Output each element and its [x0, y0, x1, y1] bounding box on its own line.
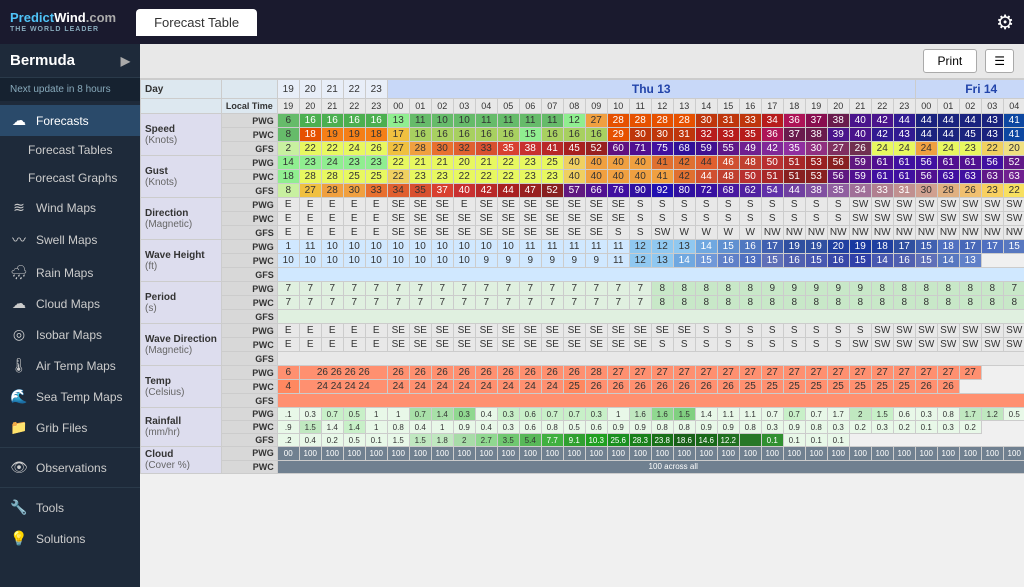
table-row: Speed(Knots) PWG 6 16 16 16 16 13 11 10 …	[141, 114, 1024, 128]
sidebar-item-air-temp-maps[interactable]: 🌡 Air Temp Maps	[0, 350, 140, 381]
day-label: Day	[141, 80, 222, 99]
sidebar-item-sea-temp-maps[interactable]: 🌊 Sea Temp Maps	[0, 381, 140, 412]
isobar-icon: ◎	[10, 326, 28, 343]
location-bar[interactable]: Bermuda ▶	[0, 44, 140, 78]
table-row: GFS	[141, 352, 1024, 366]
table-row: Gust(Knots) PWG 14 23 24 23 23 22 21 21 …	[141, 156, 1024, 170]
gear-icon[interactable]: ⚙	[996, 10, 1014, 35]
toolbar: Print ☰	[140, 44, 1024, 79]
seatemp-icon: 🌊	[10, 388, 28, 405]
obs-icon: 👁	[10, 459, 28, 476]
table-row: PWC .9 1.5 1.4 1.4 1 0.8 0.4 1 0.9 0.4 0…	[141, 421, 1024, 434]
forecast-tables-label: Forecast Tables	[28, 143, 113, 157]
grib-icon: 📁	[10, 419, 28, 436]
table-row: PWC 4 24 24 24 24 24 24 24 24 24 24 24 2…	[141, 380, 1024, 394]
sidebar: Bermuda ▶ Next update in 8 hours ☁ Forec…	[0, 44, 140, 587]
sidebar-item-forecast-tables[interactable]: Forecast Tables	[0, 136, 140, 164]
table-row: PWC 8 18 19 19 18 17 16 16 16 16 16 15 1…	[141, 128, 1024, 142]
table-row: GFS EEEEE SESESESESESESESESESESSSWWWWWNW…	[141, 226, 1024, 240]
wind-icon: ≋	[10, 199, 28, 216]
table-row: PWC 10 10 10 10 10 10 10 10 10 9 9 9 9	[141, 254, 1024, 268]
print-button[interactable]: Print	[923, 49, 978, 73]
sidebar-item-isobar-maps[interactable]: ◎ Isobar Maps	[0, 319, 140, 350]
table-row: GFS	[141, 268, 1024, 282]
solutions-icon: 💡	[10, 530, 28, 547]
forecast-table-tab[interactable]: Forecast Table	[136, 9, 257, 36]
table-container[interactable]: Day 19 20 21 22 23 Thu 13 Fri 14 Local T…	[140, 79, 1024, 587]
sidebar-item-forecasts[interactable]: ☁ Forecasts	[0, 105, 140, 136]
header: PredictWind.com THE WORLD LEADER Forecas…	[0, 0, 1024, 44]
sidebar-item-tools[interactable]: 🔧 Tools	[0, 492, 140, 523]
cloud-icon: ☁	[10, 295, 28, 312]
logo: PredictWind.com THE WORLD LEADER	[10, 10, 116, 34]
table-row: Wave Height(ft) PWG 1 11 10 10 10 10 10 …	[141, 240, 1024, 254]
sidebar-item-forecast-graphs[interactable]: Forecast Graphs	[0, 164, 140, 192]
table-row: PWC 7 7 7 7 7 7 7 7 7 7 7 7 7 7	[141, 296, 1024, 310]
table-row: GFS	[141, 394, 1024, 408]
rain-icon: 🌧	[10, 264, 28, 281]
update-bar: Next update in 8 hours	[0, 78, 140, 101]
swell-icon: 〰	[10, 230, 28, 250]
table-row: PWC EEEEE SESESESESESESESESESESESSSSSSSS…	[141, 212, 1024, 226]
main-content: Print ☰	[140, 44, 1024, 587]
sidebar-item-swell-maps[interactable]: 〰 Swell Maps	[0, 223, 140, 257]
location-name: Bermuda	[10, 52, 75, 69]
sidebar-item-cloud-maps[interactable]: ☁ Cloud Maps	[0, 288, 140, 319]
forecast-table: Day 19 20 21 22 23 Thu 13 Fri 14 Local T…	[140, 79, 1024, 474]
tools-icon: 🔧	[10, 499, 28, 516]
table-row: GFS 8 27 28 30 33 34 35 37 40 42 44 47 5…	[141, 184, 1024, 198]
airtemp-icon: 🌡	[10, 357, 28, 374]
table-row: Direction(Magnetic) PWG EEEEE SESESEESES…	[141, 198, 1024, 212]
table-row: Period(s) PWG 7 7 7 7 7 7 7 7 7 7 7 7	[141, 282, 1024, 296]
table-row: Temp(Celsius) PWG 6 26 26 26 26 26 26 26…	[141, 366, 1024, 380]
table-row: PWC 18 28 28 25 25 22 23 23 22 22 22 23 …	[141, 170, 1024, 184]
table-row: GFS .2 0.4 0.2 0.5 0.1 1.5 1.5 1.8 2 2.7…	[141, 434, 1024, 447]
forecast-graphs-label: Forecast Graphs	[28, 171, 117, 185]
table-row: PWC 100 across all	[141, 460, 1024, 474]
table-row: Wave Direction(Magnetic) PWG EEEEE SESES…	[141, 324, 1024, 338]
forecasts-label: Forecasts	[36, 114, 89, 128]
forecasts-icon: ☁	[10, 112, 28, 129]
sidebar-item-wind-maps[interactable]: ≋ Wind Maps	[0, 192, 140, 223]
sidebar-item-rain-maps[interactable]: 🌧 Rain Maps	[0, 257, 140, 288]
sidebar-item-observations[interactable]: 👁 Observations	[0, 452, 140, 483]
menu-button[interactable]: ☰	[985, 49, 1014, 73]
location-arrow: ▶	[121, 54, 130, 68]
table-row: Cloud(Cover %) PWG 00 100 100 100 100 10…	[141, 447, 1024, 461]
table-row: Rainfall(mm/hr) PWG .1 0.3 0.7 0.5 1 1 0…	[141, 408, 1024, 421]
table-row: GFS	[141, 310, 1024, 324]
nav-section: ☁ Forecasts Forecast Tables Forecast Gra…	[0, 101, 140, 558]
table-row: GFS 2 22 22 24 26 27 28 30 32 33 35 38 4…	[141, 142, 1024, 156]
sidebar-item-solutions[interactable]: 💡 Solutions	[0, 523, 140, 554]
table-row: PWC EEEEE SESESESESESESESESESESESESSSSSS…	[141, 338, 1024, 352]
local-time-label	[221, 80, 277, 99]
sidebar-item-grib-files[interactable]: 📁 Grib Files	[0, 412, 140, 443]
